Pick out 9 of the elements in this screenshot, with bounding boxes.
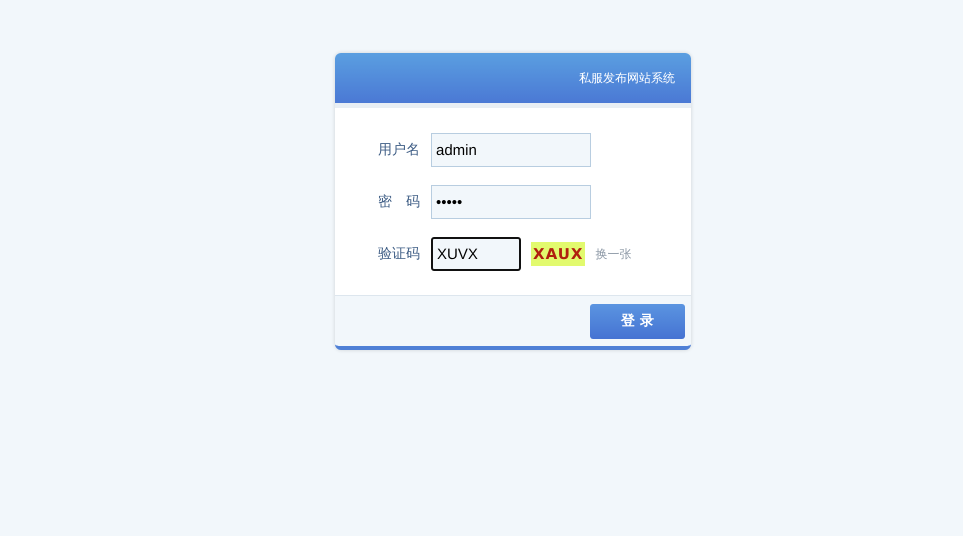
field-label: 密 码 [378,193,421,211]
input-field[interactable]: ••••• [431,185,591,219]
field-label: 验证码 [378,245,421,263]
input-field[interactable]: admin [431,133,591,167]
input-field[interactable]: XUVX [431,237,521,271]
captcha-image: XAUX [531,242,586,266]
system-title: 私服发布网站系统 [579,70,675,86]
field-label: 用户名 [378,141,421,159]
login-button[interactable]: 登 录 [590,304,685,338]
